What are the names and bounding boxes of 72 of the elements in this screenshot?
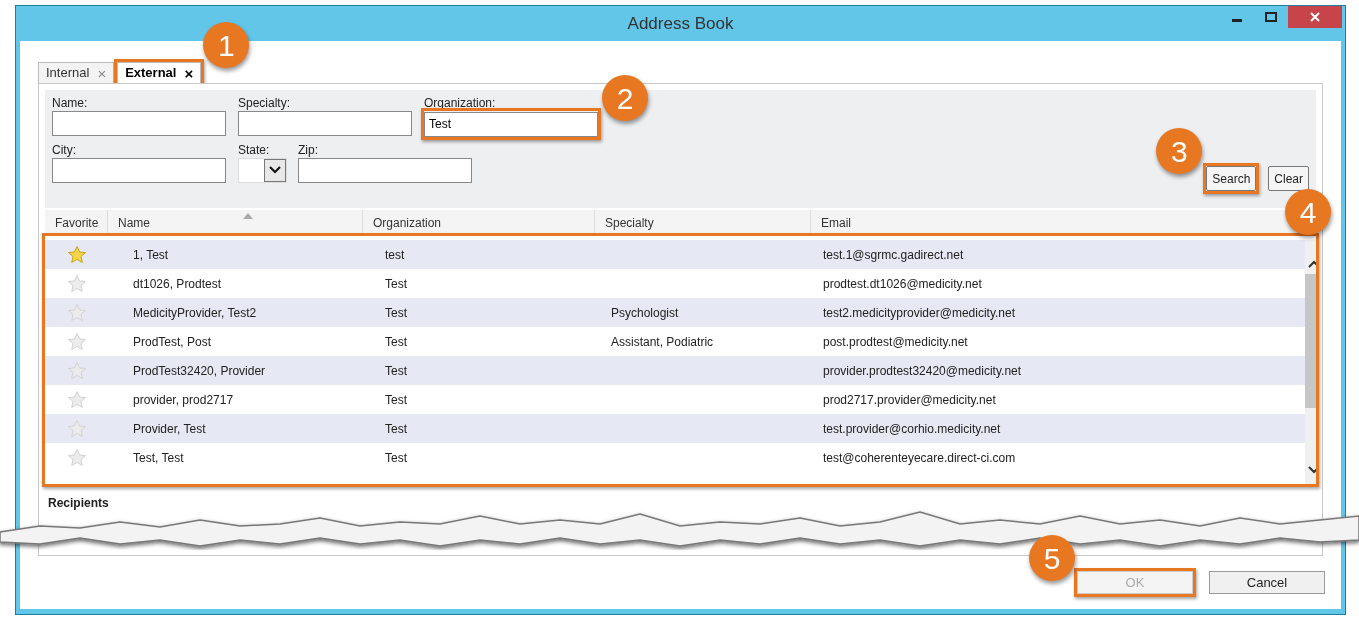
callout-badge: 2 <box>602 75 648 121</box>
callout-badge: 4 <box>1285 189 1331 235</box>
text-field[interactable] <box>52 111 226 136</box>
text-field[interactable] <box>238 111 412 136</box>
table-cell-text: 1, Test <box>133 246 169 264</box>
table-cell-text: test <box>385 246 405 264</box>
table-cell-text: Test <box>385 449 407 467</box>
table-cell-text: dt1026, Prodtest <box>133 275 222 293</box>
table-cell-text: Test <box>385 333 407 351</box>
table-cell-text: Test <box>385 362 407 380</box>
table-cell-text: Assistant, Podiatric <box>611 333 714 351</box>
callout-badge: 1 <box>203 22 250 68</box>
star-icon[interactable] <box>67 246 86 263</box>
clear-button[interactable]: Clear <box>1268 166 1309 191</box>
chevron-down-icon <box>269 166 281 174</box>
table-cell-text: test2.medicityprovider@medicity.net <box>823 304 1016 322</box>
table-row[interactable]: ProdTest32420, Provider Test provider.prodtest32420@medicity.net <box>45 356 1305 385</box>
star-icon[interactable] <box>67 275 86 292</box>
field-label: State: <box>238 141 271 155</box>
field-label: City: <box>52 141 77 155</box>
table-cell-text: provider, prod2717 <box>133 391 234 409</box>
text-field[interactable]: Test <box>424 111 598 137</box>
field-label: Specialty: <box>238 95 292 108</box>
star-icon[interactable] <box>67 391 86 408</box>
table-cell-text: post.prodtest@medicity.net <box>823 333 968 351</box>
table-cell-text: Psychologist <box>611 304 679 322</box>
text-field[interactable] <box>298 157 472 183</box>
table-cell-text: ProdTest, Post <box>133 333 212 351</box>
search-button[interactable]: Search <box>1206 166 1257 191</box>
star-icon[interactable] <box>67 333 86 350</box>
window-title: Address Book <box>627 12 734 35</box>
table-cell-text: Test <box>385 420 407 438</box>
state-dropdown[interactable] <box>238 157 287 183</box>
table-cell-text: Test <box>385 391 407 409</box>
close-icon[interactable] <box>1310 12 1320 22</box>
callout-badge: 3 <box>1156 128 1203 174</box>
table-cell-text: Provider, Test <box>133 420 206 438</box>
table-cell-text: test.1@sgrmc.gadirect.net <box>823 246 964 264</box>
cancel-button[interactable]: Cancel <box>1209 571 1325 594</box>
column-header[interactable]: Favorite <box>45 210 108 235</box>
table-cell-text: Test <box>385 275 407 293</box>
table-cell-text: Test <box>385 304 407 322</box>
field-label: Zip: <box>298 141 319 155</box>
tab-close-icon[interactable]: × <box>184 65 194 81</box>
table-row[interactable]: Provider, Test Test test.provider@corhio.medicity.net <box>45 414 1305 443</box>
table-cell-text: prodtest.dt1026@medicity.net <box>823 275 982 293</box>
highlight-frame <box>1203 163 1260 194</box>
star-icon[interactable] <box>67 449 86 466</box>
maximize-icon[interactable] <box>1265 12 1277 22</box>
table-cell-text: Test, Test <box>133 449 184 467</box>
field-label: Organization: <box>424 95 497 108</box>
table-cell-text: test.provider@corhio.medicity.net <box>823 420 1001 438</box>
recipients-label: Recipients <box>48 495 109 512</box>
star-icon[interactable] <box>67 362 86 379</box>
table-row[interactable]: MedicityProvider, Test2 Test Psychologist test2.medicityprovider@medicity.net <box>45 298 1305 327</box>
star-icon[interactable] <box>67 304 86 321</box>
table-cell-text: prod2717.provider@medicity.net <box>823 391 996 409</box>
star-icon[interactable] <box>67 420 86 437</box>
table-row[interactable]: 1, Test test test.1@sgrmc.gadirect.net <box>45 240 1305 269</box>
field-label: Name: <box>52 95 89 108</box>
sort-arrow-icon <box>243 213 253 219</box>
table-cell-text: test@coherenteyecare.direct-ci.com <box>823 449 1016 467</box>
table-cell-text: provider.prodtest32420@medicity.net <box>823 362 1022 380</box>
tab[interactable]: Internal × <box>38 62 115 83</box>
column-header[interactable]: Email <box>811 210 1271 235</box>
callout-badge: 5 <box>1029 535 1075 581</box>
close-button[interactable] <box>1288 6 1342 28</box>
table-cell-text: MedicityProvider, Test2 <box>133 304 257 322</box>
table-cell-text: ProdTest32420, Provider <box>133 362 266 380</box>
column-header[interactable]: Organization <box>363 210 595 235</box>
text-field[interactable] <box>52 157 226 183</box>
column-header[interactable]: Specialty <box>595 210 811 235</box>
